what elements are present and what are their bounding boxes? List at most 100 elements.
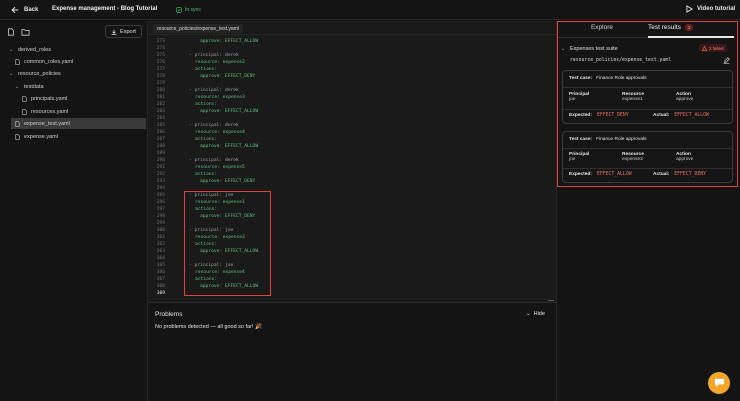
line-number: 300 <box>156 228 165 233</box>
tree-folder-derived-roles[interactable]: ⌄ derived_roles <box>9 44 51 55</box>
code-text: resource: expense3 <box>195 95 245 100</box>
tree-file-expense-test[interactable]: expense_test.yaml <box>11 118 146 129</box>
export-label: Export <box>120 28 136 35</box>
line-number: 287 <box>156 137 165 142</box>
code-text: actions: <box>195 102 218 107</box>
code-text: approve: EFFECT_DENY <box>200 179 256 184</box>
file-icon <box>22 95 27 102</box>
tree-label: derived_roles <box>18 46 52 53</box>
line-number: 296 <box>156 200 165 205</box>
line-number: 302 <box>156 242 165 247</box>
code-line: 280 - principal: derek <box>148 87 548 94</box>
tree-folder-testdata[interactable]: ⌄ testdata <box>15 81 44 92</box>
line-number: 299 <box>156 221 165 226</box>
line-number: 295 <box>156 193 165 198</box>
line-number: 288 <box>156 144 165 149</box>
line-number: 285 <box>156 123 165 128</box>
line-number: 279 <box>156 81 165 86</box>
tree-file-resources[interactable]: resources.yaml <box>22 106 68 117</box>
code-text: approve: EFFECT_DENY <box>200 74 256 79</box>
chevron-down-icon: ⌄ <box>9 46 14 53</box>
new-folder-icon[interactable] <box>21 28 30 36</box>
code-line: 273 approve: EFFECT_ALLOW <box>148 38 548 45</box>
code-line: 285 - principal: derek <box>148 122 548 129</box>
code-text: actions: <box>195 137 218 142</box>
chat-button[interactable] <box>708 372 730 394</box>
editor-file-tab[interactable]: resource_policies/expense_test.yaml <box>153 24 243 33</box>
play-icon <box>686 5 693 13</box>
line-number: 307 <box>156 277 165 282</box>
chevron-down-icon: ⌄ <box>15 83 20 90</box>
new-file-icon[interactable] <box>7 28 15 36</box>
video-tutorial-button[interactable]: Video tutorial <box>686 5 735 13</box>
tree-file-principals[interactable]: principals.yaml <box>22 93 67 104</box>
highlight-annotation <box>184 191 271 296</box>
tree-label: expense_test.yaml <box>24 120 70 127</box>
line-number: 301 <box>156 235 165 240</box>
code-line: 279 <box>148 80 548 87</box>
code-line: 284 <box>148 115 548 122</box>
line-number: 281 <box>156 95 165 100</box>
code-text: - principal: derek <box>189 88 239 93</box>
file-icon <box>15 120 20 127</box>
editor-tab-bar: resource_policies/expense_test.yaml <box>148 21 556 35</box>
code-line: 290 - principal: derek <box>148 157 548 164</box>
code-line: 275 - principal: derek <box>148 52 548 59</box>
line-number: 304 <box>156 256 165 261</box>
back-button[interactable]: Back <box>11 5 38 15</box>
code-text: - principal: derek <box>189 123 239 128</box>
line-number: 275 <box>156 53 165 58</box>
scrollbar[interactable] <box>548 300 554 301</box>
line-number: 292 <box>156 172 165 177</box>
code-text: - principal: derek <box>189 53 239 58</box>
line-number: 286 <box>156 130 165 135</box>
tree-file-expense[interactable]: expense.yaml <box>15 131 58 142</box>
code-line: 276 resource: expense2 <box>148 59 548 66</box>
line-number: 289 <box>156 151 165 156</box>
tree-file-common-roles[interactable]: common_roles.yaml <box>15 56 73 67</box>
code-line: 289 <box>148 150 548 157</box>
chat-icon <box>714 378 724 388</box>
sidebar-actions <box>7 28 30 36</box>
code-line: 292 actions: <box>148 171 548 178</box>
highlight-annotation <box>557 21 738 187</box>
line-number: 297 <box>156 207 165 212</box>
line-number: 277 <box>156 67 165 72</box>
sync-label: In sync <box>185 7 201 13</box>
code-line: 287 actions: <box>148 136 548 143</box>
file-icon <box>15 58 20 65</box>
arrow-left-icon <box>11 6 19 14</box>
code-text: approve: EFFECT_ALLOW <box>200 109 259 114</box>
file-icon <box>15 133 20 140</box>
video-label: Video tutorial <box>697 6 736 12</box>
code-line: 282 actions: <box>148 101 548 108</box>
code-line: 293 approve: EFFECT_DENY <box>148 178 548 185</box>
line-number: 273 <box>156 39 165 44</box>
line-number: 283 <box>156 109 165 114</box>
line-number: 298 <box>156 214 165 219</box>
hide-label: Hide <box>533 311 545 317</box>
code-line: 291 resource: expense5 <box>148 164 548 171</box>
tree-label: testdata <box>24 83 44 90</box>
code-text: approve: EFFECT_ALLOW <box>200 144 259 149</box>
tree-label: resources.yaml <box>31 108 69 115</box>
code-line: 278 approve: EFFECT_DENY <box>148 73 548 80</box>
problems-message: No problems detected — all good so far! … <box>155 324 262 330</box>
back-label: Back <box>24 7 39 13</box>
line-number: 293 <box>156 179 165 184</box>
chevron-down-icon: ⌄ <box>9 70 14 77</box>
code-text: resource: expense4 <box>195 130 245 135</box>
line-number: 291 <box>156 165 165 170</box>
line-number: 280 <box>156 88 165 93</box>
line-number: 276 <box>156 60 165 65</box>
line-number: 290 <box>156 158 165 163</box>
code-text: resource: expense2 <box>195 60 245 65</box>
hide-problems-button[interactable]: ⌄ Hide <box>526 311 545 317</box>
code-line: 283 approve: EFFECT_ALLOW <box>148 108 548 115</box>
tree-folder-resource-policies[interactable]: ⌄ resource_policies <box>9 68 61 79</box>
export-button[interactable]: Export <box>105 25 142 38</box>
line-number: 278 <box>156 74 165 79</box>
code-line: 277 actions: <box>148 66 548 73</box>
sync-status: In sync <box>176 7 201 13</box>
code-line: 274 <box>148 45 548 52</box>
